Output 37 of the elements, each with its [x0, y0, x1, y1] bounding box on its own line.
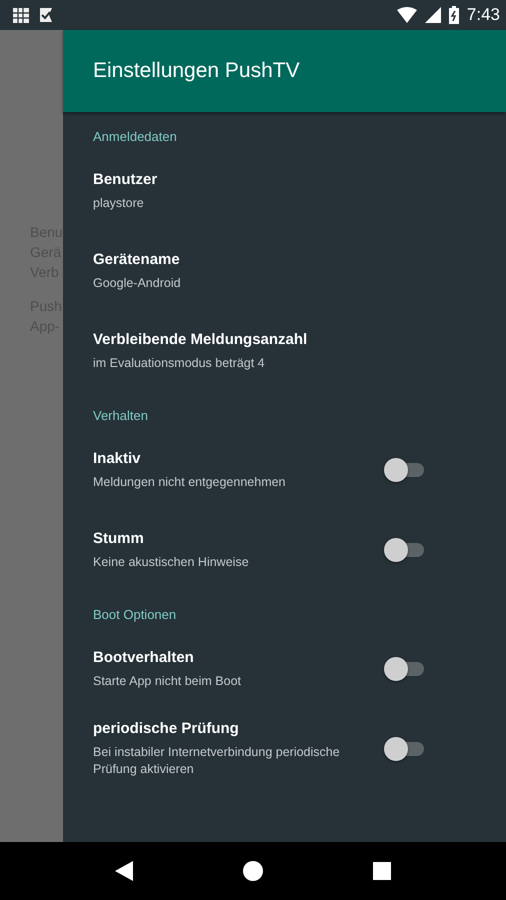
- check-flag-icon: [38, 6, 54, 24]
- preference-title: Stumm: [93, 530, 145, 546]
- back-icon[interactable]: [115, 861, 133, 881]
- header-title: Einstellungen PushTV: [93, 59, 300, 83]
- preference-row[interactable]: Gerätename Google-Android: [93, 231, 506, 311]
- preference-row[interactable]: Stumm Keine akustischen Hinweise: [93, 510, 506, 590]
- preference-title: Benutzer: [93, 170, 158, 188]
- section-header: Verhalten: [93, 407, 149, 425]
- section-header: Boot Optionen: [93, 606, 178, 624]
- preference-title: Bootverhalten: [93, 648, 195, 666]
- preference-title: periodische Prüfung: [93, 720, 240, 737]
- wifi-icon: [396, 7, 417, 23]
- grid-icon: [12, 6, 30, 24]
- preference-title: Verbleibende Meldungsanzahl: [93, 330, 308, 348]
- toggle-switch[interactable]: [384, 657, 424, 681]
- battery-icon: [448, 6, 459, 24]
- preference-title: Gerätename: [93, 250, 181, 268]
- preference-summary: Keine akustischen Hinweise: [93, 554, 250, 570]
- toggle-switch[interactable]: [384, 538, 424, 562]
- preference-row[interactable]: Inaktiv Meldungen nicht entgegennehmen: [93, 430, 506, 510]
- preference-summary: Bei instabiler Internetverbindung periodische Prüfung aktivieren: [93, 744, 341, 778]
- preference-row[interactable]: Verbleibende Meldungsanzahl im Evaluationsmodus beträgt 4: [93, 311, 506, 391]
- preference-row[interactable]: periodische Prüfung Bei instabiler Internetverbindung periodische Prüfung aktivieren: [93, 709, 506, 789]
- signal-icon: [424, 7, 441, 23]
- preference-row[interactable]: Benutzer playstore: [93, 151, 506, 231]
- clock-time: 7:43: [466, 5, 500, 25]
- toggle-switch[interactable]: [384, 737, 424, 761]
- preference-summary: Google-Android: [93, 274, 182, 292]
- toggle-switch[interactable]: [384, 458, 424, 482]
- preference-row[interactable]: Bootverhalten Starte App nicht beim Boot: [93, 629, 506, 709]
- home-icon[interactable]: [243, 861, 263, 881]
- preference-summary: Starte App nicht beim Boot: [93, 672, 242, 690]
- preference-summary: im Evaluationsmodus beträgt 4: [93, 354, 266, 372]
- preference-summary: Meldungen nicht entgegennehmen: [93, 474, 287, 490]
- preference-title: Inaktiv: [93, 450, 142, 466]
- section-header: Anmeldedaten: [93, 128, 178, 146]
- preference-summary: playstore: [93, 194, 145, 212]
